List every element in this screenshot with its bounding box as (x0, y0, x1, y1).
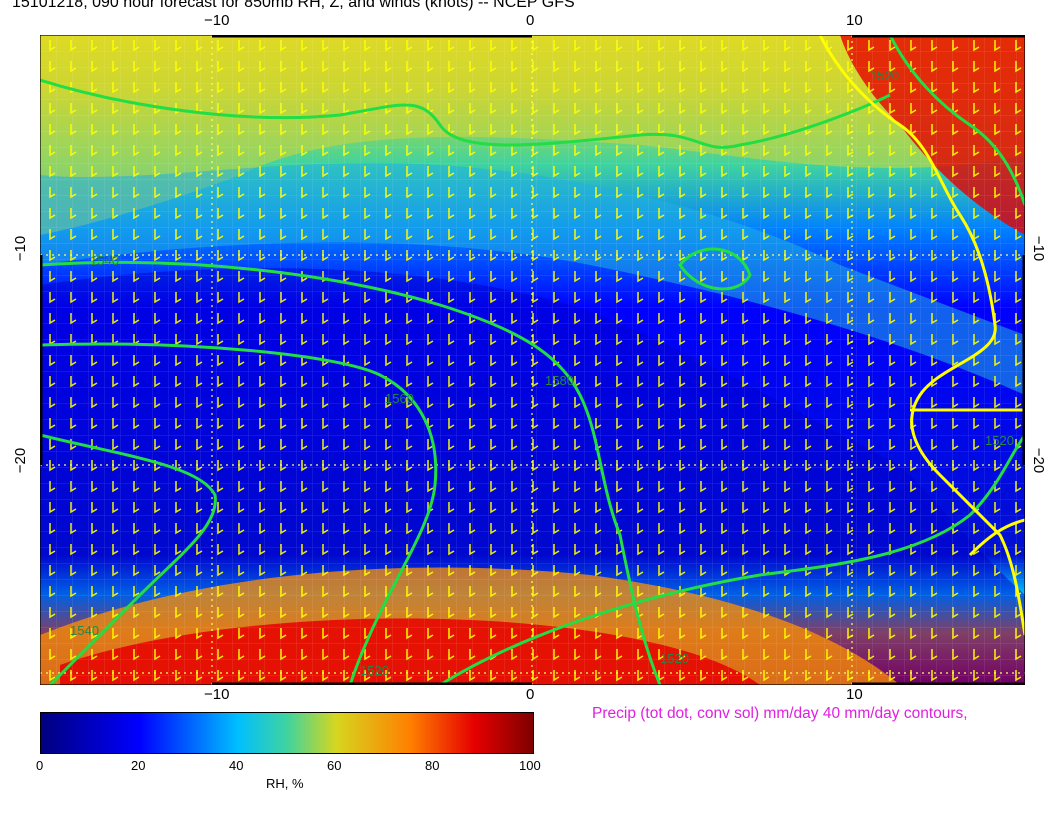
rh-colorbar (40, 712, 534, 754)
precip-note: Precip (tot dot, conv sol) mm/day 40 mm/… (592, 705, 968, 722)
contour-label: 1580 (545, 373, 574, 388)
left-axis-label: −10 (12, 235, 30, 262)
contour-label: 1520 (870, 68, 899, 83)
colorbar-tick: 80 (425, 758, 440, 773)
right-axis-label: −20 (1030, 447, 1048, 474)
colorbar-tick: 40 (229, 758, 244, 773)
colorbar-tick: 20 (131, 758, 146, 773)
colorbar-tick: 0 (36, 758, 44, 773)
top-axis-label: −10 (204, 12, 230, 29)
colorbar-tick: 60 (327, 758, 342, 773)
top-axis-label: 10 (846, 12, 863, 29)
contour-label: 1520 (660, 651, 689, 666)
bottom-axis-label: 0 (526, 686, 535, 703)
left-axis-label: −20 (12, 447, 30, 474)
contour-label: 1520 (985, 433, 1014, 448)
colorbar-label: RH, % (266, 776, 304, 791)
contour-label: 1540 (70, 623, 99, 638)
right-axis-label: −10 (1030, 235, 1048, 262)
contour-label: 1560 (385, 391, 414, 406)
contour-label: 1520 (360, 663, 389, 678)
map-title: 15101218, 090 hour forecast for 850mb RH… (12, 0, 575, 11)
bottom-axis-label: 10 (846, 686, 863, 703)
rh-forecast-map: 1540 1560 1580 1520 1520 1540 1520 1520 (40, 35, 1025, 685)
colorbar-tick: 100 (519, 758, 541, 773)
contour-label: 1540 (90, 253, 119, 268)
top-axis-label: 0 (526, 12, 535, 29)
bottom-axis-label: −10 (204, 686, 230, 703)
